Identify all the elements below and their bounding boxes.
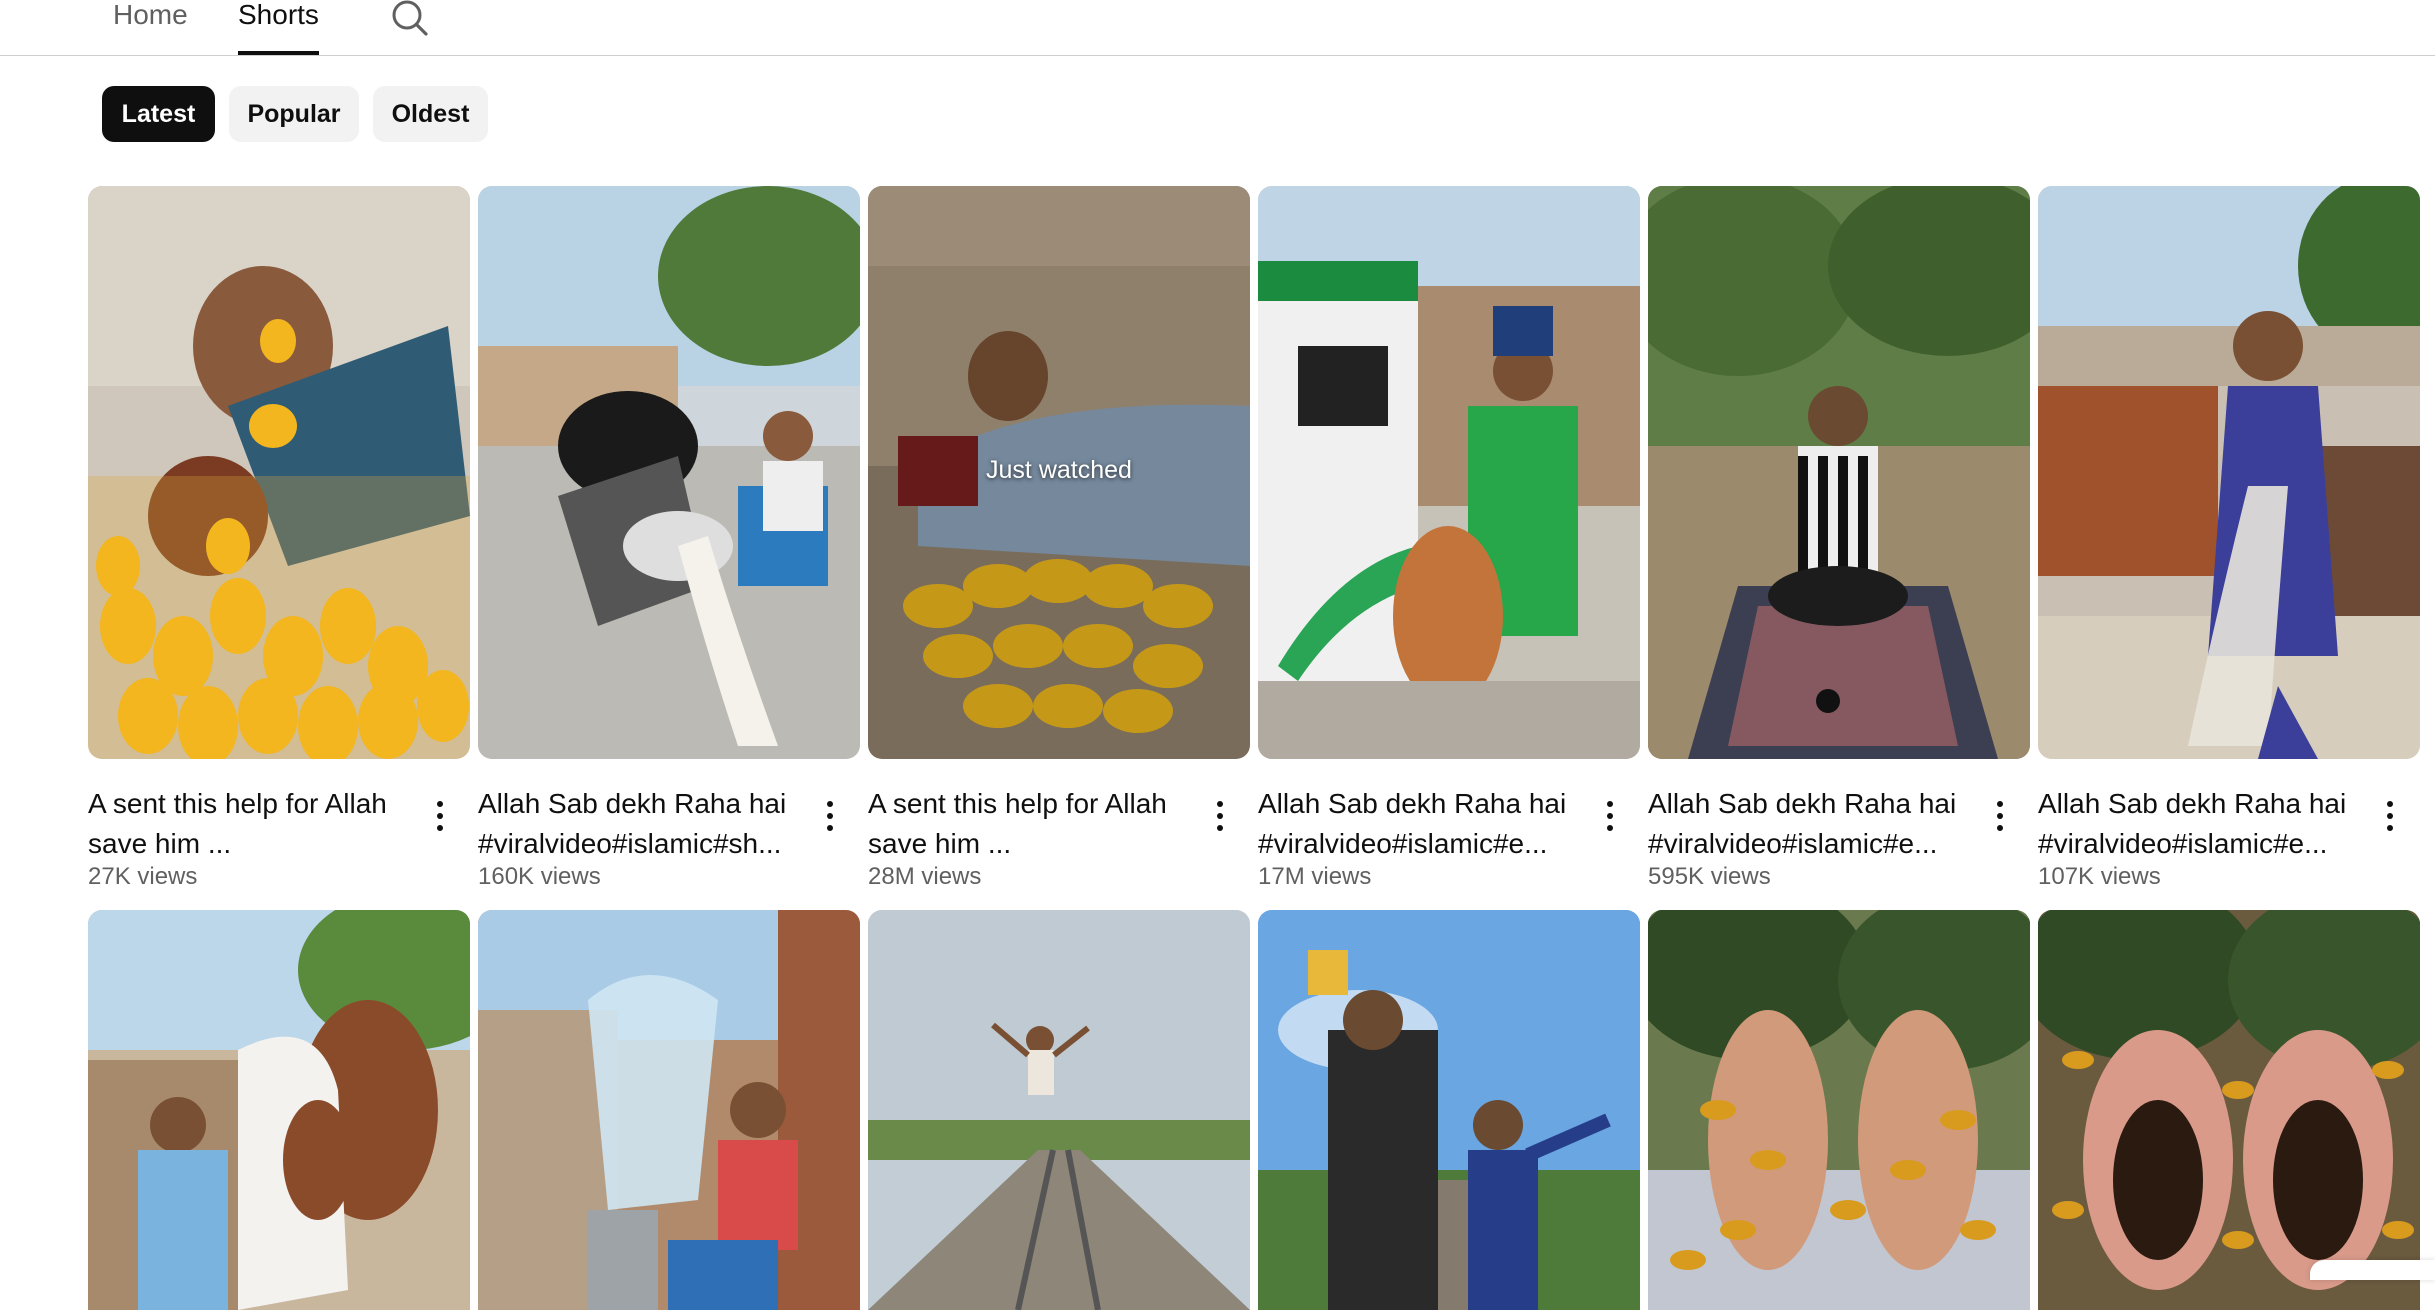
short-thumbnail[interactable] — [88, 910, 470, 1310]
more-options-icon[interactable] — [1595, 795, 1625, 847]
short-title-line2: save him ... — [868, 828, 1012, 859]
short-title-line1: A sent this help for Allah — [868, 788, 1167, 819]
short-title[interactable]: Allah Sab dekh Raha hai #viralvideo#isla… — [1648, 784, 1978, 864]
view-count: 27K views — [88, 863, 198, 890]
more-options-icon[interactable] — [1985, 795, 2015, 847]
view-count: 595K views — [1648, 863, 1771, 890]
more-options-icon[interactable] — [2375, 795, 2405, 847]
short-thumbnail[interactable]: Just watched — [868, 186, 1250, 759]
short-title[interactable]: A sent this help for Allah save him ... — [868, 784, 1198, 864]
active-tab-indicator — [238, 51, 319, 55]
short-thumbnail[interactable] — [1648, 186, 2030, 759]
short-thumbnail[interactable] — [88, 186, 470, 759]
chip-oldest-label: Oldest — [391, 99, 470, 128]
short-thumbnail[interactable] — [1258, 910, 1640, 1310]
corner-popup-edge — [2310, 1260, 2435, 1280]
short-title[interactable]: A sent this help for Allah save him ... — [88, 784, 418, 864]
tab-shorts-label: Shorts — [238, 0, 319, 30]
chip-oldest[interactable]: Oldest — [373, 86, 488, 142]
short-title[interactable]: Allah Sab dekh Raha hai #viralvideo#isla… — [2038, 784, 2368, 864]
short-title-line2: #viralvideo#islamic#sh... — [478, 828, 782, 859]
short-title-line1: Allah Sab dekh Raha hai — [2038, 788, 2347, 819]
chip-popular-label: Popular — [247, 99, 341, 128]
view-count: 107K views — [2038, 863, 2161, 890]
short-thumbnail[interactable] — [2038, 186, 2420, 759]
tab-shorts[interactable]: Shorts — [238, 0, 319, 55]
short-title-line1: Allah Sab dekh Raha hai — [478, 788, 787, 819]
short-title[interactable]: Allah Sab dekh Raha hai #viralvideo#isla… — [478, 784, 808, 864]
channel-tabs-bar: Home Shorts — [0, 0, 2435, 56]
short-thumbnail[interactable] — [868, 910, 1250, 1310]
short-title-line2: #viralvideo#islamic#e... — [2038, 828, 2328, 859]
tab-home-label: Home — [113, 0, 188, 30]
just-watched-overlay: Just watched — [986, 456, 1132, 484]
chip-popular[interactable]: Popular — [229, 86, 359, 142]
short-thumbnail[interactable] — [478, 910, 860, 1310]
more-options-icon[interactable] — [425, 795, 455, 847]
tab-home[interactable]: Home — [113, 0, 188, 55]
short-thumbnail[interactable] — [1258, 186, 1640, 759]
view-count: 17M views — [1258, 863, 1372, 890]
chip-latest-label: Latest — [121, 99, 196, 128]
short-title-line1: Allah Sab dekh Raha hai — [1258, 788, 1567, 819]
view-count: 28M views — [868, 863, 982, 890]
more-options-icon[interactable] — [815, 795, 845, 847]
short-title-line2: #viralvideo#islamic#e... — [1648, 828, 1938, 859]
short-thumbnail[interactable] — [2038, 910, 2420, 1310]
short-title-line1: A sent this help for Allah — [88, 788, 387, 819]
short-title-line1: Allah Sab dekh Raha hai — [1648, 788, 1957, 819]
more-options-icon[interactable] — [1205, 795, 1235, 847]
short-title[interactable]: Allah Sab dekh Raha hai #viralvideo#isla… — [1258, 784, 1588, 864]
short-thumbnail[interactable] — [478, 186, 860, 759]
short-title-line2: save him ... — [88, 828, 232, 859]
search-icon[interactable] — [388, 0, 432, 42]
short-title-line2: #viralvideo#islamic#e... — [1258, 828, 1548, 859]
view-count: 160K views — [478, 863, 601, 890]
short-thumbnail[interactable] — [1648, 910, 2030, 1310]
chip-latest[interactable]: Latest — [102, 86, 215, 142]
